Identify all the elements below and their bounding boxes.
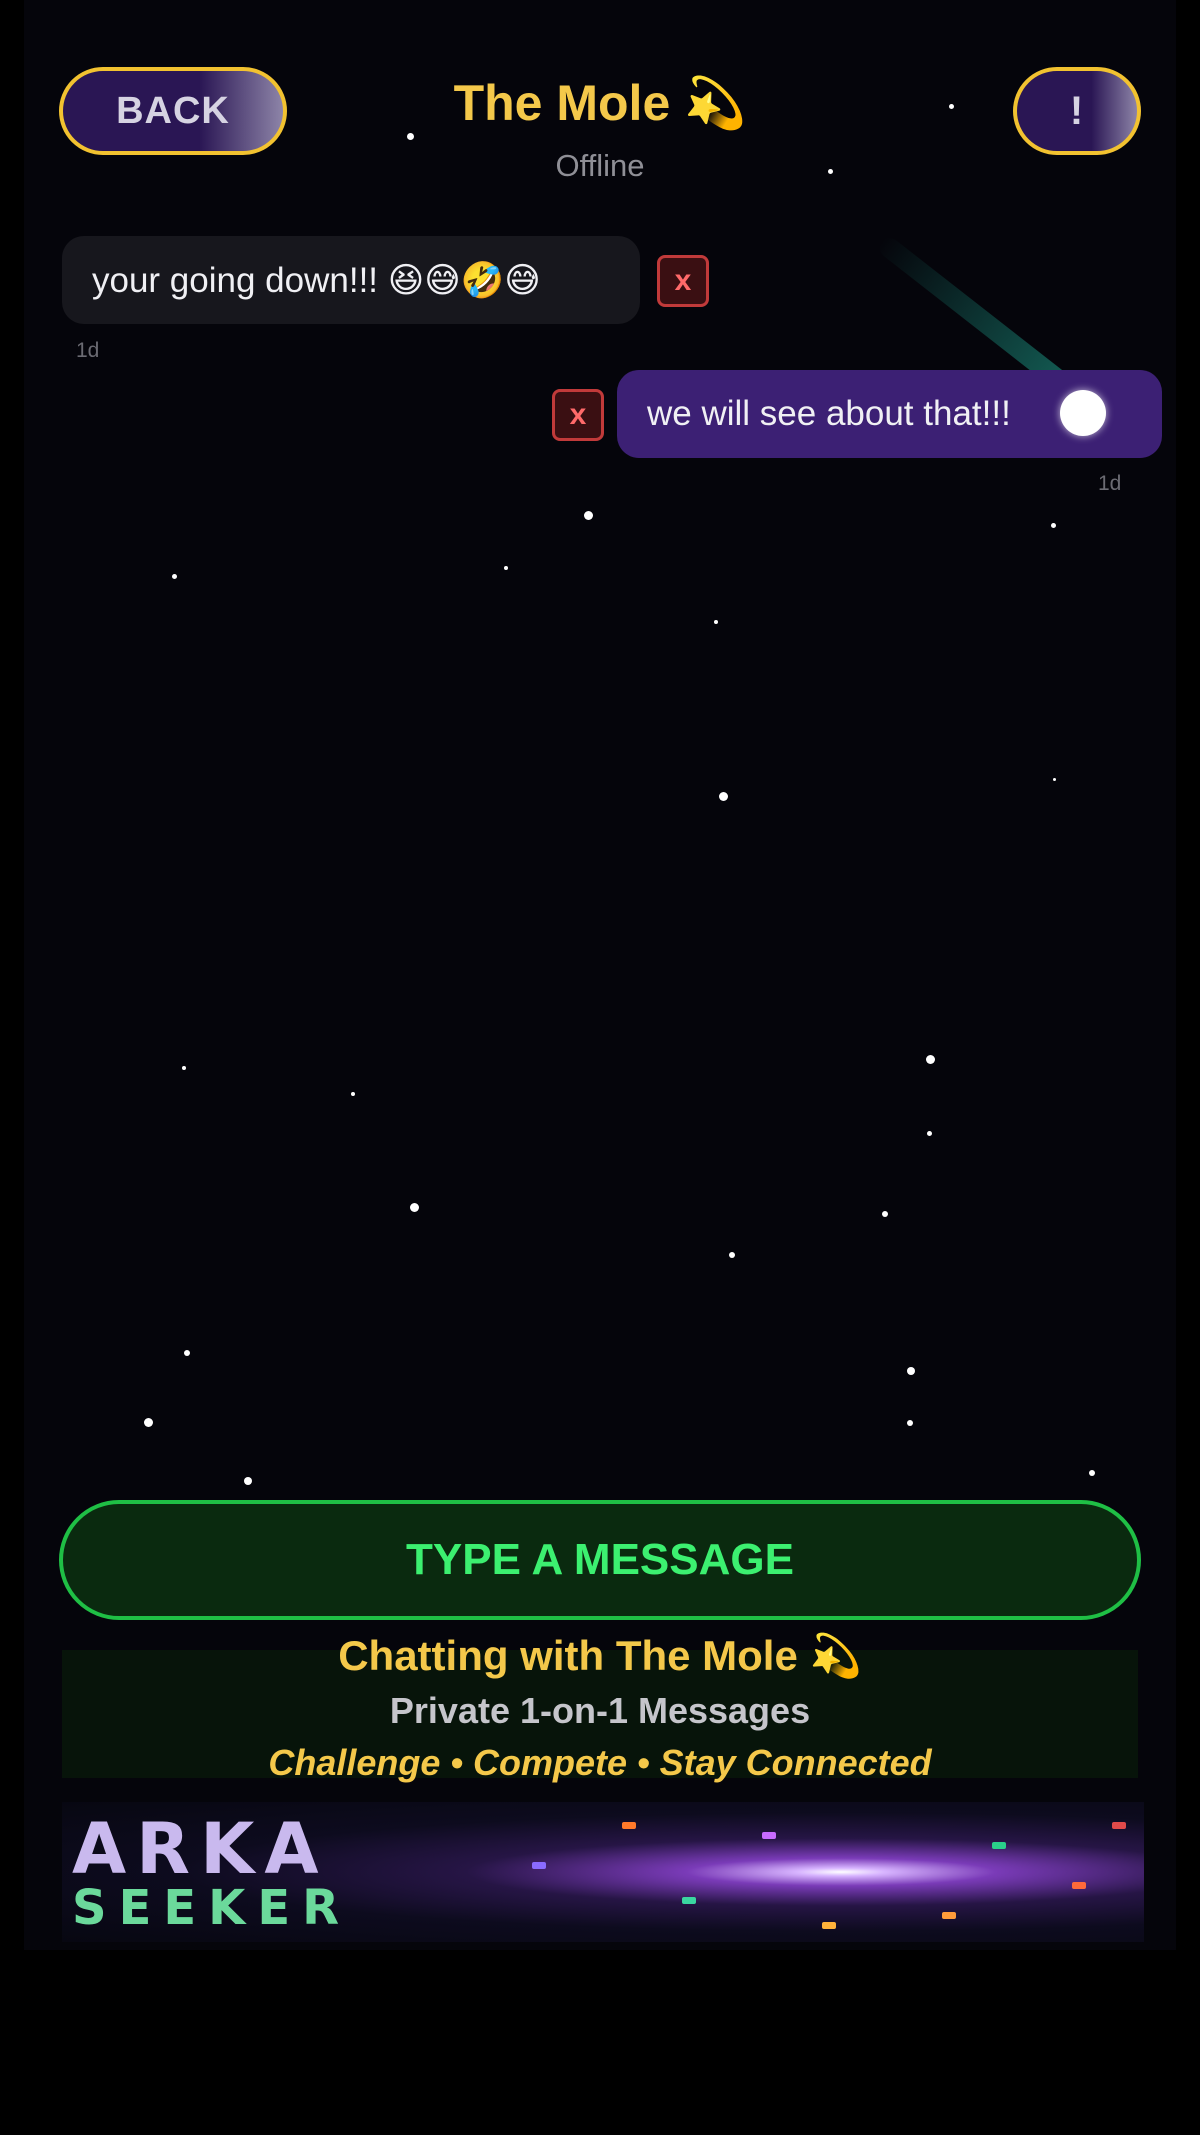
- chat-info-subtitle: Private 1-on-1 Messages: [389, 1690, 811, 1731]
- debris: [622, 1822, 636, 1829]
- exclamation-icon: !: [1069, 88, 1085, 133]
- banner-logo-top: ARKA: [72, 1808, 329, 1890]
- message-text: your going down!!! 😆😅🤣😅: [92, 260, 541, 300]
- star: [584, 511, 593, 520]
- star: [1089, 1470, 1095, 1476]
- star: [907, 1367, 915, 1375]
- message-text: we will see about that!!!: [647, 394, 1011, 433]
- close-icon: x: [674, 264, 692, 297]
- message-bubble-incoming: your going down!!! 😆😅🤣😅: [62, 236, 640, 324]
- debris: [1072, 1882, 1086, 1889]
- star: [244, 1477, 252, 1485]
- message-input-label: TYPE A MESSAGE: [406, 1535, 794, 1584]
- star: [504, 566, 508, 570]
- close-icon: x: [569, 398, 587, 431]
- star: [172, 574, 177, 579]
- debris: [992, 1842, 1006, 1849]
- star: [184, 1350, 190, 1356]
- presence-status: Offline: [555, 148, 645, 183]
- delete-message-button[interactable]: x: [552, 389, 604, 441]
- star: [714, 620, 718, 624]
- star: [927, 1131, 932, 1136]
- star: [729, 1252, 735, 1258]
- debris: [532, 1862, 546, 1869]
- chat-info-tagline: Challenge • Compete • Stay Connected: [268, 1742, 932, 1783]
- star: [719, 792, 728, 801]
- chat-partner-name: The Mole 💫: [453, 75, 747, 131]
- star: [907, 1420, 913, 1426]
- debris: [762, 1832, 776, 1839]
- star: [1053, 778, 1056, 781]
- star: [351, 1092, 355, 1096]
- banner-logo-bottom: SEEKER: [72, 1880, 352, 1936]
- star: [144, 1418, 153, 1427]
- star: [1051, 523, 1056, 528]
- star: [407, 133, 414, 140]
- debris: [822, 1922, 836, 1929]
- report-button[interactable]: !: [1013, 67, 1141, 155]
- debris: [942, 1912, 956, 1919]
- message-timestamp: 1d: [76, 339, 100, 362]
- debris: [682, 1897, 696, 1904]
- star: [882, 1211, 888, 1217]
- chat-screen: BACK The Mole 💫 Offline ! your going dow…: [24, 0, 1176, 1950]
- message-input-button[interactable]: TYPE A MESSAGE: [59, 1500, 1141, 1620]
- message-timestamp: 1d: [1098, 472, 1122, 495]
- debris: [1112, 1822, 1126, 1829]
- star: [926, 1055, 935, 1064]
- arka-seeker-banner[interactable]: ARKA SEEKER: [62, 1802, 1144, 1942]
- chat-info-title: Chatting with The Mole 💫: [338, 1632, 862, 1679]
- delete-message-button[interactable]: x: [657, 255, 709, 307]
- toggle-dot-icon[interactable]: [1060, 390, 1106, 436]
- star: [182, 1066, 186, 1070]
- star: [410, 1203, 419, 1212]
